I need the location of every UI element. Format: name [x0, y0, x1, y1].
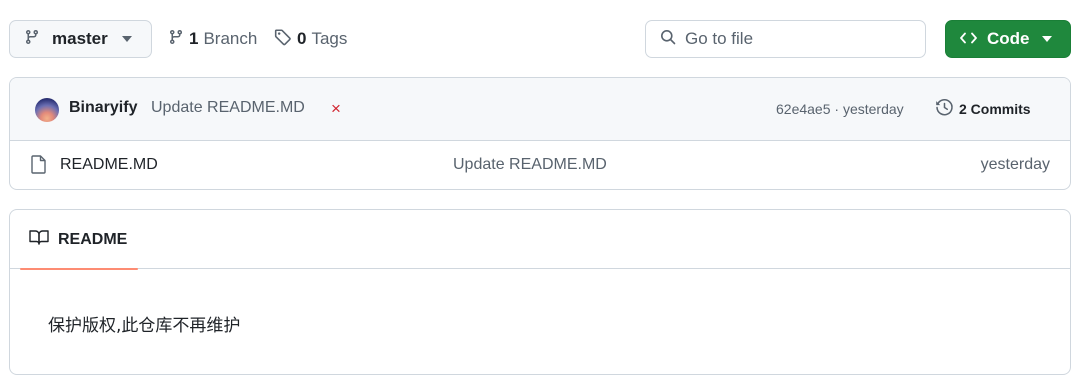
file-icon — [31, 155, 47, 179]
file-commit-date: yesterday — [980, 156, 1050, 173]
search-icon — [660, 29, 676, 50]
readme-tab-label: README — [58, 230, 128, 248]
chevron-down-icon — [121, 36, 132, 42]
code-icon — [960, 29, 977, 49]
file-browser: Binaryify Update README.MD × 62e4ae5 · y… — [9, 77, 1071, 190]
commit-status-failed-icon[interactable]: × — [331, 100, 341, 118]
file-row[interactable]: README.MD Update README.MD yesterday — [10, 141, 1070, 189]
tab-readme[interactable]: README — [20, 210, 138, 270]
tag-count: 0 — [297, 29, 307, 48]
book-icon — [29, 229, 49, 250]
go-to-file-search[interactable] — [645, 20, 926, 58]
file-commit-message[interactable]: Update README.MD — [453, 156, 607, 174]
code-button-label: Code — [987, 29, 1030, 48]
latest-commit-bar: Binaryify Update README.MD × 62e4ae5 · y… — [10, 78, 1070, 141]
branch-count: 1 — [189, 29, 199, 48]
branches-link[interactable]: 1 Branch — [168, 20, 257, 58]
commits-history-link[interactable]: 2 Commits — [935, 98, 1031, 120]
branch-name: master — [52, 29, 108, 48]
branch-count-label: Branch — [203, 29, 258, 48]
go-to-file-input[interactable] — [685, 29, 905, 49]
code-button[interactable]: Code — [945, 20, 1071, 58]
commit-author[interactable]: Binaryify — [69, 99, 137, 117]
commit-sha-time[interactable]: 62e4ae5 · yesterday — [776, 101, 904, 117]
readme-content: 保护版权,此仓库不再维护 — [48, 316, 241, 336]
tag-count-label: Tags — [311, 29, 348, 48]
tag-icon — [274, 28, 292, 51]
avatar[interactable] — [35, 98, 59, 122]
tags-link[interactable]: 0 Tags — [274, 20, 347, 58]
file-name-link[interactable]: README.MD — [60, 156, 158, 174]
commits-count-label: 2 Commits — [959, 101, 1031, 117]
git-branch-icon — [24, 29, 40, 50]
git-branch-icon — [168, 29, 184, 50]
readme-panel: README 保护版权,此仓库不再维护 — [9, 209, 1071, 375]
history-icon — [935, 98, 954, 120]
branch-select-button[interactable]: master — [9, 20, 152, 58]
readme-tab-bar: README — [10, 210, 1070, 270]
commit-message[interactable]: Update README.MD — [151, 99, 305, 117]
repo-page: master 1 Branch 0 Tags Code — [0, 0, 1080, 383]
chevron-down-icon — [1041, 36, 1052, 42]
